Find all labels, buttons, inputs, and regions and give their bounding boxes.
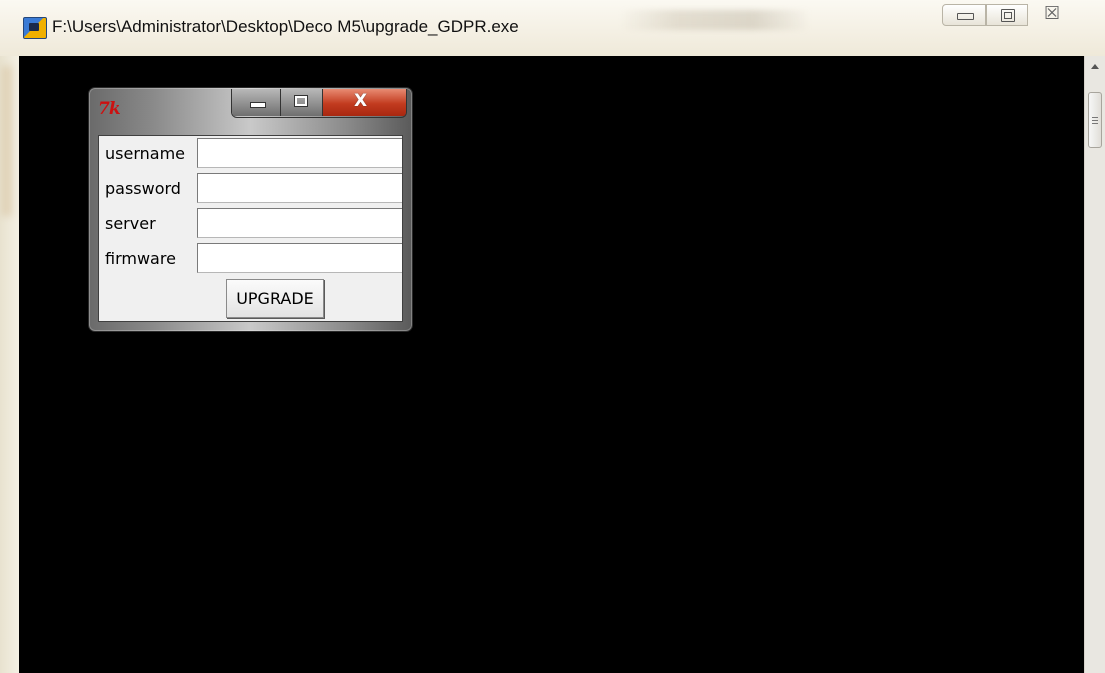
firmware-label: firmware [105, 249, 176, 268]
dialog-window-controls: X [231, 89, 407, 118]
blurred-region [620, 10, 810, 30]
maximize-icon [1001, 9, 1015, 22]
close-button[interactable]: ☒ [1028, 3, 1088, 26]
firmware-row: firmware [99, 241, 402, 276]
upgrade-dialog: 7k X username password server firmware U… [88, 87, 413, 332]
server-label: server [105, 214, 156, 233]
tk-logo-icon: 7k [98, 99, 121, 119]
maximize-button[interactable] [986, 4, 1028, 26]
scroll-thumb[interactable] [1088, 92, 1102, 148]
console-app-icon[interactable] [23, 17, 47, 39]
close-icon: ☒ [1044, 3, 1061, 24]
vertical-scrollbar[interactable] [1084, 56, 1105, 673]
scroll-up-arrow-icon[interactable] [1091, 64, 1099, 69]
password-input[interactable] [197, 173, 402, 203]
close-icon: X [354, 91, 368, 111]
window-controls: ☒ [942, 3, 1092, 28]
username-input[interactable] [197, 138, 402, 168]
minimize-button[interactable] [942, 4, 986, 26]
password-row: password [99, 171, 402, 206]
dialog-maximize-button[interactable] [281, 89, 323, 116]
upgrade-button[interactable]: UPGRADE [226, 279, 324, 318]
password-label: password [105, 179, 181, 198]
dialog-close-button[interactable]: X [323, 89, 406, 116]
window-title: F:\Users\Administrator\Desktop\Deco M5\u… [52, 17, 519, 36]
server-row: server [99, 206, 402, 241]
dialog-titlebar[interactable]: 7k X [89, 88, 412, 134]
server-input[interactable] [197, 208, 402, 238]
dialog-minimize-button[interactable] [232, 89, 281, 116]
maximize-icon [294, 95, 308, 107]
firmware-input[interactable] [197, 243, 402, 273]
minimize-icon [957, 13, 974, 20]
window-left-border [0, 56, 19, 673]
username-label: username [105, 144, 185, 163]
username-row: username [99, 136, 402, 171]
minimize-icon [250, 102, 266, 108]
grip-icon [1092, 117, 1098, 124]
dialog-form: username password server firmware UPGRAD… [98, 135, 403, 322]
window-titlebar[interactable]: F:\Users\Administrator\Desktop\Deco M5\u… [0, 0, 1105, 56]
